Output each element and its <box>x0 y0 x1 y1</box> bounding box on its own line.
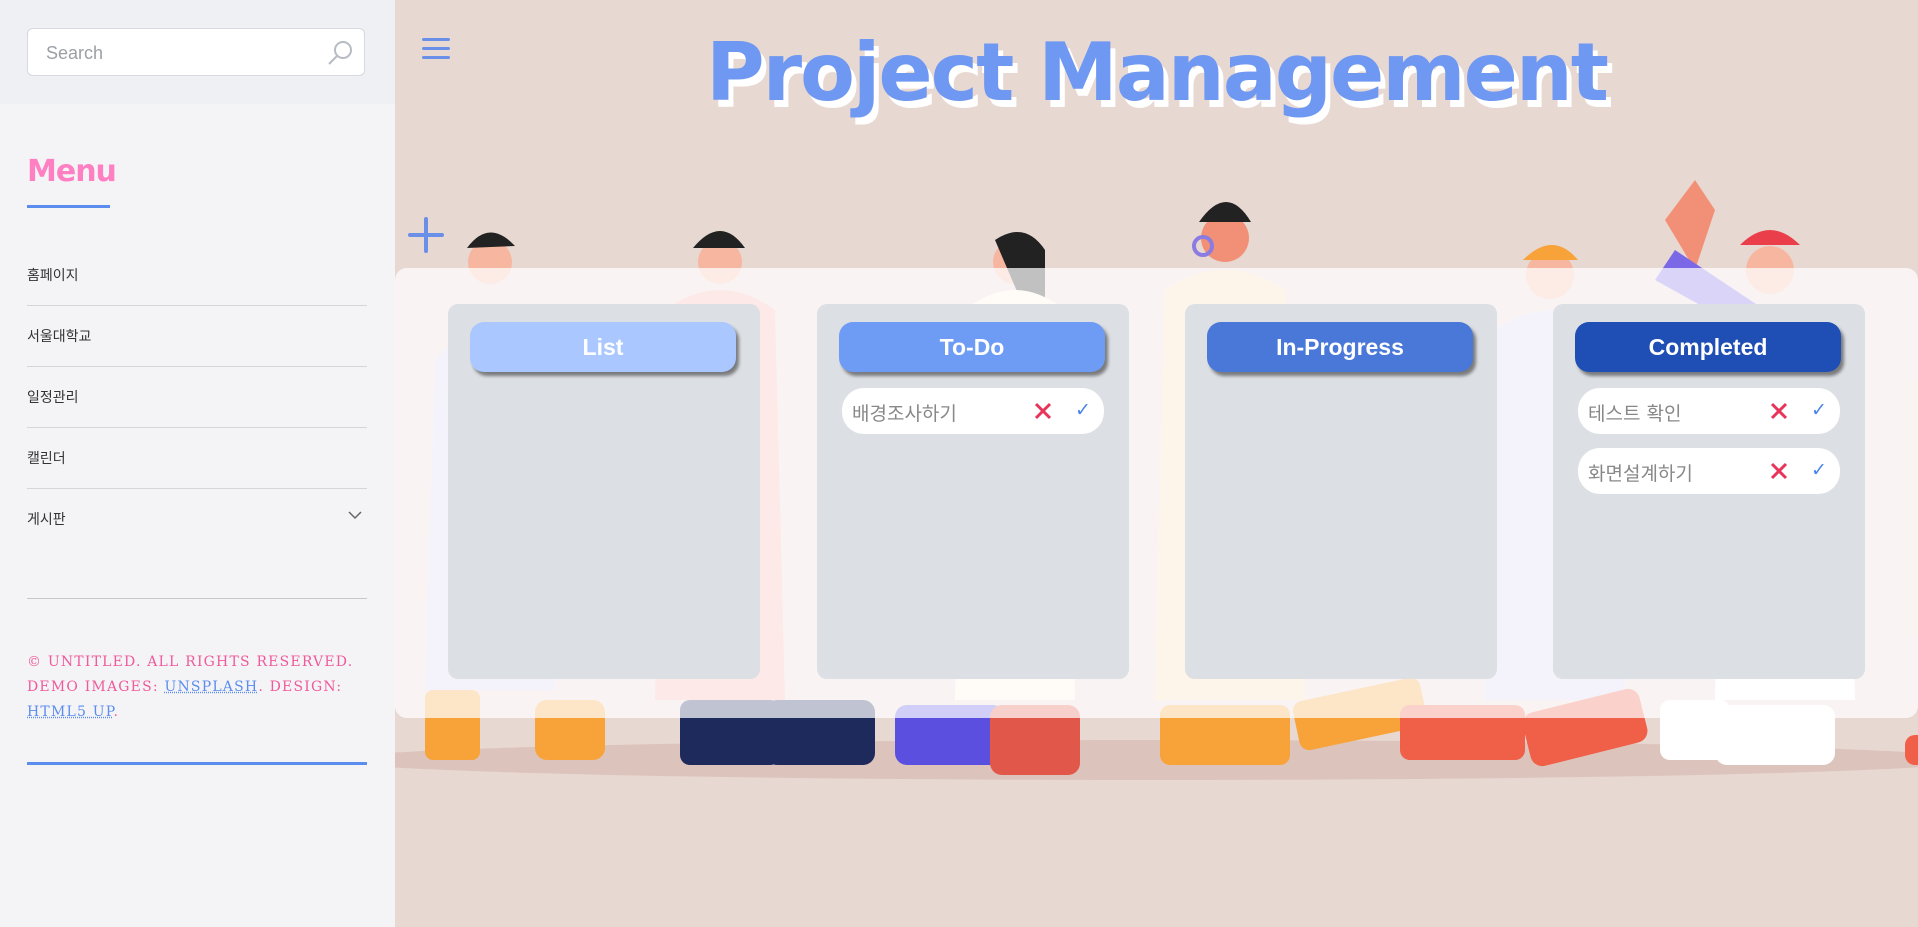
search-area <box>0 0 395 104</box>
complete-check-icon[interactable]: ✓ <box>1075 399 1091 422</box>
footer-end: . <box>113 704 120 720</box>
column-header-list: List <box>470 322 736 372</box>
page-title: Project Management <box>705 26 1609 119</box>
delete-x-icon[interactable] <box>1034 402 1052 420</box>
chevron-down-icon[interactable] <box>347 507 363 523</box>
search-input[interactable] <box>44 29 318 77</box>
menu-title: Menu <box>27 154 117 189</box>
menu-item-label: 서울대학교 <box>27 328 92 344</box>
column-completed: Completed 테스트 확인 ✓ 화면설계하기 ✓ <box>1553 304 1865 679</box>
menu-list: 홈페이지 서울대학교 일정관리 캘린더 게시판 <box>27 245 367 549</box>
footer-line <box>27 762 367 765</box>
unsplash-link[interactable]: UNSPLASH <box>164 679 258 695</box>
task-card[interactable]: 화면설계하기 ✓ <box>1578 448 1840 494</box>
menu-underline <box>27 205 110 208</box>
add-task-icon[interactable] <box>408 217 444 253</box>
search-icon[interactable] <box>326 39 354 67</box>
task-card[interactable]: 테스트 확인 ✓ <box>1578 388 1840 434</box>
complete-check-icon[interactable]: ✓ <box>1811 459 1827 482</box>
task-text: 화면설계하기 <box>1588 463 1693 485</box>
sidebar-divider <box>27 598 367 599</box>
delete-x-icon[interactable] <box>1770 402 1788 420</box>
complete-check-icon[interactable]: ✓ <box>1811 399 1827 422</box>
column-in-progress: In-Progress <box>1185 304 1497 679</box>
menu-item-label: 홈페이지 <box>27 267 79 283</box>
sidebar-footer: © UNTITLED. ALL RIGHTS RESERVED. DEMO IM… <box>27 650 367 725</box>
menu-item-home[interactable]: 홈페이지 <box>27 245 367 306</box>
task-text: 배경조사하기 <box>852 403 957 425</box>
menu-item-label: 일정관리 <box>27 389 79 405</box>
column-todo: To-Do 배경조사하기 ✓ <box>817 304 1129 679</box>
menu-item-schedule[interactable]: 일정관리 <box>27 367 367 428</box>
menu-item-label: 캘린더 <box>27 450 66 466</box>
kanban-board: List To-Do 배경조사하기 ✓ In-Progress Complete… <box>395 268 1918 718</box>
menu-item-board[interactable]: 게시판 <box>27 489 367 549</box>
design-text: . DESIGN: <box>258 679 343 695</box>
task-text: 테스트 확인 <box>1588 403 1682 425</box>
sidebar: Menu 홈페이지 서울대학교 일정관리 캘린더 게시판 © UNTITLED.… <box>0 0 395 927</box>
search-box[interactable] <box>27 28 365 77</box>
task-card[interactable]: 배경조사하기 ✓ <box>842 388 1104 434</box>
menu-item-university[interactable]: 서울대학교 <box>27 306 367 367</box>
menu-item-calendar[interactable]: 캘린더 <box>27 428 367 489</box>
copyright-text: © UNTITLED. ALL RIGHTS RESERVED. <box>27 654 354 670</box>
column-header-todo: To-Do <box>839 322 1105 372</box>
column-list: List <box>448 304 760 679</box>
html5up-link[interactable]: HTML5 UP <box>27 704 114 720</box>
menu-item-label: 게시판 <box>27 511 66 527</box>
main-area: Project Management List To-Do 배경조사하기 ✓ I… <box>395 0 1918 927</box>
delete-x-icon[interactable] <box>1770 462 1788 480</box>
demo-images-text: DEMO IMAGES: <box>27 679 165 695</box>
column-header-in-progress: In-Progress <box>1207 322 1473 372</box>
column-header-completed: Completed <box>1575 322 1841 372</box>
